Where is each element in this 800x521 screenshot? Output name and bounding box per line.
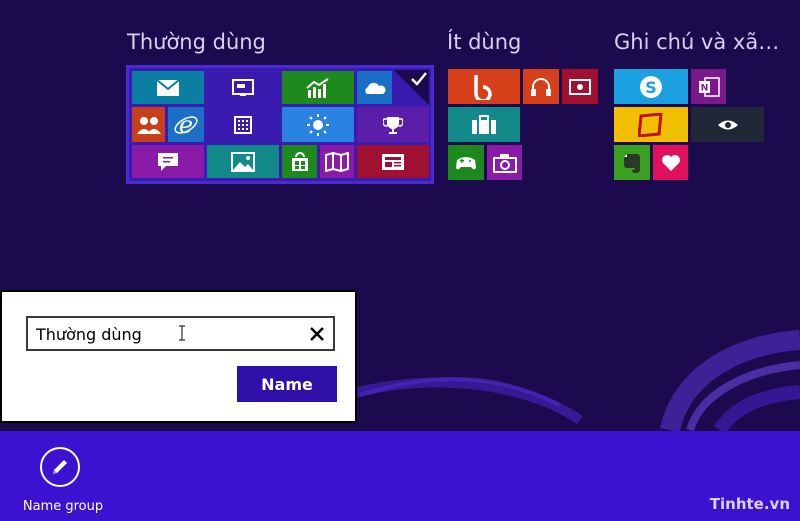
health-tile[interactable] — [653, 145, 688, 180]
eye-tile[interactable] — [691, 107, 764, 142]
messaging-icon — [158, 152, 178, 171]
pencil-icon — [53, 460, 67, 474]
app-bar: Name group Tinhte.vn — [0, 431, 800, 521]
internet-explorer-tile[interactable]: e — [168, 107, 204, 142]
desktop-tile[interactable] — [207, 71, 279, 104]
video-tile[interactable] — [562, 69, 598, 104]
svg-text:e: e — [179, 112, 193, 138]
finance-tile[interactable] — [282, 71, 354, 104]
selection-check-corner — [392, 70, 429, 104]
svg-text:N: N — [700, 83, 708, 93]
onenote-icon: N — [698, 76, 720, 97]
evernote-tile[interactable] — [614, 145, 650, 180]
bing-tile[interactable] — [448, 69, 520, 104]
close-icon — [310, 327, 324, 341]
group-name-field[interactable] — [26, 316, 335, 351]
text-cursor-icon — [179, 325, 185, 341]
calculator-icon — [234, 115, 252, 134]
trophy-tile[interactable] — [357, 107, 429, 142]
people-icon — [136, 116, 161, 134]
group-name-input[interactable] — [36, 323, 286, 345]
video-icon — [569, 78, 591, 95]
music-tile[interactable] — [523, 69, 559, 104]
photos-icon — [231, 151, 255, 172]
calculator-tile[interactable] — [207, 107, 279, 142]
trophy-icon — [383, 116, 403, 134]
desktop-icon — [232, 78, 254, 96]
svg-text:S: S — [645, 78, 657, 97]
onedrive-tile[interactable] — [357, 71, 392, 104]
photos-tile[interactable] — [207, 145, 279, 178]
internet-explorer-icon: e — [174, 112, 198, 138]
reading-list-icon — [638, 112, 663, 137]
store-tile[interactable] — [282, 145, 317, 178]
onenote-tile[interactable]: N — [691, 69, 726, 104]
weather-icon — [307, 113, 329, 136]
finance-icon — [306, 77, 329, 98]
messaging-tile[interactable] — [132, 145, 204, 178]
name-group-command[interactable]: Name group — [20, 447, 106, 517]
evernote-icon — [624, 153, 640, 173]
games-tile[interactable] — [448, 145, 484, 180]
watermark: Tinhte.vn — [709, 495, 790, 513]
name-group-circle[interactable] — [40, 447, 80, 487]
skype-icon: S — [640, 75, 662, 98]
name-button[interactable]: Name — [237, 366, 337, 402]
name-group-label: Name group — [22, 499, 104, 514]
people-tile[interactable] — [132, 107, 165, 142]
travel-icon — [472, 114, 496, 134]
skype-tile[interactable]: S — [614, 69, 688, 104]
eye-icon — [717, 120, 738, 129]
games-icon — [456, 156, 476, 169]
clear-text-button[interactable] — [307, 323, 327, 345]
heart-icon — [661, 154, 680, 171]
mail-tile[interactable] — [132, 71, 204, 104]
mail-icon — [156, 78, 180, 96]
news-icon — [382, 153, 404, 170]
bing-icon — [474, 74, 492, 100]
store-icon — [291, 151, 308, 171]
weather-tile[interactable] — [282, 107, 354, 142]
name-group-dialog: Name — [0, 290, 357, 423]
music-icon — [531, 77, 551, 96]
camera-icon — [492, 153, 517, 173]
travel-tile[interactable] — [448, 107, 520, 142]
news-tile[interactable] — [357, 145, 429, 178]
reading-list-tile[interactable] — [614, 107, 688, 142]
group-title-ghi-chu[interactable]: Ghi chú và xã… — [614, 30, 779, 54]
camera-tile[interactable] — [487, 145, 522, 180]
check-icon — [411, 72, 427, 86]
group-title-thuong-dung[interactable]: Thường dùng — [127, 30, 266, 54]
maps-icon — [325, 151, 349, 172]
onedrive-icon — [364, 82, 385, 94]
group-title-it-dung[interactable]: Ít dùng — [447, 30, 521, 54]
maps-tile[interactable] — [320, 145, 354, 178]
